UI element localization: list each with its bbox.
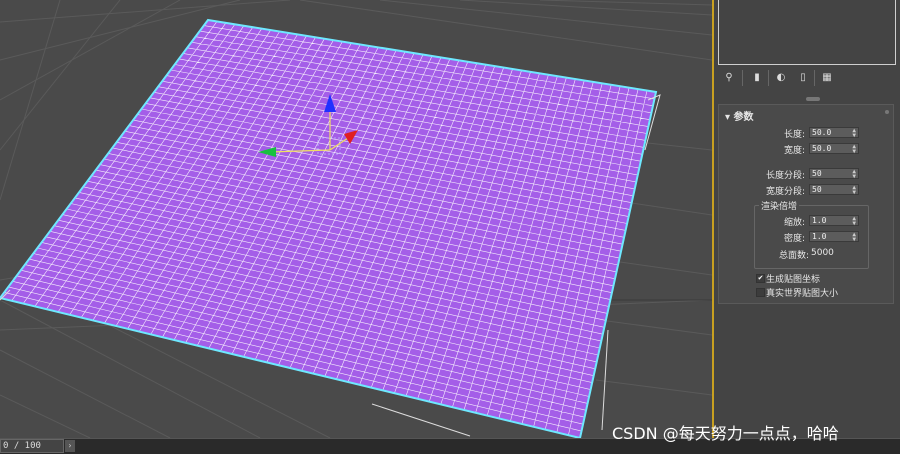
length-label: 长度: — [783, 130, 805, 140]
real-world-label: 真实世界贴图大小 — [766, 289, 839, 299]
checkbox-checked-icon[interactable]: ✔ — [756, 274, 765, 283]
spinner-arrows-icon[interactable]: ▲ ▼ — [852, 144, 856, 155]
gen-mapping-label: 生成贴图坐标 — [766, 275, 821, 285]
density-label: 密度: — [783, 234, 805, 244]
scale-value: 1.0 — [812, 216, 827, 225]
parameters-rollout: ▾ 参数 长度: 50.0 ▲ ▼ 宽度: 50.0 ▲ ▼ 长度分段: 50 ▲ ▼ 宽度… — [718, 104, 894, 304]
spinner-arrows-icon[interactable]: ▲ ▼ — [852, 216, 856, 227]
pin-icon[interactable]: ⚲ — [722, 71, 736, 85]
width-value: 50.0 — [812, 144, 832, 153]
width-segs-value: 50 — [812, 185, 822, 194]
show-end-result-icon[interactable]: ◐ — [774, 71, 788, 85]
width-segs-row: 宽度分段: — [719, 184, 805, 197]
real-world-checkbox[interactable]: 真实世界贴图大小 — [756, 286, 886, 299]
spinner-arrows-icon[interactable]: ▲ ▼ — [852, 128, 856, 139]
background-grid-line — [0, 394, 91, 438]
background-grid-line — [0, 349, 171, 438]
width-segs-label: 宽度分段: — [765, 187, 805, 197]
make-unique-icon[interactable]: ▯ — [796, 71, 810, 85]
length-segs-spinner[interactable]: 50 ▲ ▼ — [809, 168, 859, 180]
perspective-viewport[interactable] — [0, 0, 712, 438]
rollout-dot — [885, 110, 889, 114]
total-faces-label: 总面数: — [778, 251, 809, 261]
gen-mapping-checkbox[interactable]: ✔ 生成贴图坐标 — [756, 272, 886, 285]
scale-row: 缩放: — [719, 215, 805, 228]
length-segs-value: 50 — [812, 169, 822, 178]
selection-bracket — [601, 329, 609, 431]
modifier-stack-list[interactable] — [718, 0, 896, 65]
time-slider-next-icon[interactable]: › — [65, 440, 75, 452]
watermark: CSDN @每天努力一点点，哈哈 — [612, 424, 839, 443]
background-grid-line — [605, 259, 712, 276]
total-faces-row: 总面数: — [719, 248, 809, 261]
spinner-arrows-icon[interactable]: ▲ ▼ — [852, 232, 856, 243]
modifier-stack-icon[interactable]: ▮ — [750, 71, 764, 85]
toolbar-divider — [742, 70, 743, 86]
density-value: 1.0 — [812, 232, 827, 241]
width-label: 宽度: — [783, 146, 805, 156]
rollout-title-text: 参数 — [733, 112, 754, 123]
total-faces-value: 5000 — [811, 248, 834, 258]
total-faces-value-row: 5000 — [811, 248, 851, 260]
width-row: 宽度: — [719, 143, 805, 156]
length-value: 50.0 — [812, 128, 832, 137]
length-spinner[interactable]: 50.0 ▲ ▼ — [809, 127, 859, 139]
configure-modifier-sets-icon[interactable]: ▦ — [820, 71, 834, 85]
spinner-arrows-icon[interactable]: ▲ ▼ — [852, 185, 856, 196]
density-row: 密度: — [719, 231, 805, 244]
spinner-arrows-icon[interactable]: ▲ ▼ — [852, 169, 856, 180]
background-grid-line — [599, 319, 712, 336]
toolbar-divider — [814, 70, 815, 86]
toolbar-divider — [768, 70, 769, 86]
length-row: 长度: — [719, 127, 805, 140]
background-grid-line — [0, 0, 291, 23]
panel-empty-area — [718, 306, 894, 438]
density-spinner[interactable]: 1.0 ▲ ▼ — [809, 231, 859, 243]
width-segs-spinner[interactable]: 50 ▲ ▼ — [809, 184, 859, 196]
length-segs-label: 长度分段: — [765, 171, 805, 181]
modifier-stack-toolbar: ⚲ ▮ ◐ ▯ ▦ — [720, 70, 896, 88]
length-segs-row: 长度分段: — [719, 168, 805, 181]
viewport-scene[interactable] — [0, 0, 712, 438]
width-spinner[interactable]: 50.0 ▲ ▼ — [809, 143, 859, 155]
render-multipliers-title: 渲染倍增 — [759, 199, 800, 212]
checkbox-unchecked-icon[interactable] — [756, 288, 765, 297]
scale-spinner[interactable]: 1.0 ▲ ▼ — [809, 215, 859, 227]
panel-resize-handle[interactable] — [806, 97, 820, 101]
background-grid-line — [0, 0, 121, 151]
command-panel: ⚲ ▮ ◐ ▯ ▦ ▾ 参数 长度: 50.0 ▲ ▼ 宽度: 50.0 ▲ ▼ 长度分… — [714, 0, 900, 438]
background-grid-line — [0, 0, 61, 201]
background-grid-line — [595, 379, 712, 396]
background-grid-line — [539, 0, 712, 6]
time-slider-frame[interactable]: 0 / 100 — [0, 439, 64, 453]
rollout-title[interactable]: ▾ 参数 — [725, 108, 754, 123]
scale-label: 缩放: — [783, 218, 805, 228]
